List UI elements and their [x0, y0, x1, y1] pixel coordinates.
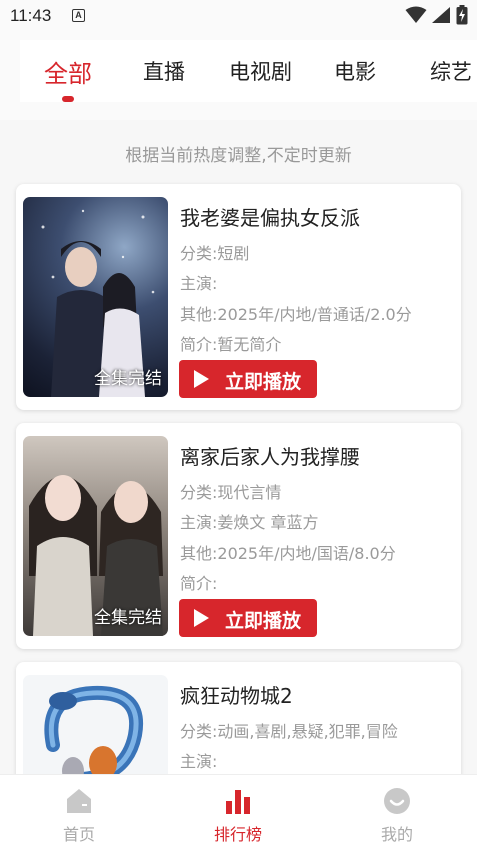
drama-title[interactable]: 我老婆是偏执女反派 — [180, 202, 360, 231]
drama-cast: 主演:姜焕文 章蓝方 — [180, 513, 319, 532]
tab-tv-series[interactable]: 电视剧 — [229, 56, 292, 86]
nav-mine-label: 我的 — [380, 825, 413, 844]
status-time: 11:43 — [10, 6, 52, 25]
drama-other-info: 其他:2025年/内地/国语/8.0分 — [180, 544, 396, 563]
tab-variety[interactable]: 综艺 — [430, 56, 472, 86]
nav-ranking-label: 排行榜 — [213, 825, 262, 844]
nav-mine[interactable]: 我的 — [337, 775, 457, 849]
drama-cast: 主演: — [180, 274, 218, 293]
smile-icon — [384, 788, 410, 814]
drama-title[interactable]: 疯狂动物城2 — [180, 680, 293, 709]
drama-title[interactable]: 离家后家人为我撑腰 — [180, 441, 360, 470]
active-tab-indicator — [62, 96, 74, 102]
drama-category: 分类:现代言情 — [180, 483, 282, 502]
drama-cast: 主演: — [180, 752, 218, 771]
notification-a-icon: A — [72, 9, 85, 22]
ranking-subtitle: 根据当前热度调整,不定时更新 — [125, 146, 352, 166]
tab-live[interactable]: 直播 — [143, 56, 185, 86]
drama-intro: 简介:暂无简介 — [180, 335, 282, 354]
tab-movies[interactable]: 电影 — [334, 56, 376, 86]
play-now-label: 立即播放 — [225, 371, 302, 393]
drama-card[interactable]: 全集完结 我老婆是偏执女反派 分类:短剧 主演: 其他:2025年/内地/普通话… — [16, 184, 461, 410]
nav-home-label: 首页 — [62, 825, 95, 844]
drama-intro: 简介: — [180, 574, 218, 593]
play-icon — [194, 370, 209, 388]
drama-card[interactable]: 全集完结 离家后家人为我撑腰 分类:现代言情 主演:姜焕文 章蓝方 其他:202… — [16, 423, 461, 649]
play-icon — [194, 609, 209, 627]
drama-category: 分类:短剧 — [180, 244, 250, 263]
battery-charging-icon — [456, 5, 468, 25]
completion-badge: 全集完结 — [94, 369, 162, 389]
status-bar: 11:43 A — [0, 0, 477, 34]
bar-chart-icon — [226, 790, 250, 814]
completion-badge: 全集完结 — [94, 608, 162, 628]
nav-ranking[interactable]: 排行榜 — [178, 775, 298, 849]
signal-icon — [432, 7, 450, 23]
tab-all[interactable]: 全部 — [44, 54, 92, 89]
category-tabs: 全部 直播 电视剧 电影 综艺 — [0, 34, 477, 120]
play-now-button[interactable]: 立即播放 — [179, 360, 317, 398]
nav-home[interactable]: 首页 — [19, 775, 139, 849]
play-now-label: 立即播放 — [225, 610, 302, 632]
bottom-navigation: 首页 排行榜 我的 — [0, 774, 477, 849]
drama-category: 分类:动画,喜剧,悬疑,犯罪,冒险 — [180, 722, 398, 741]
drama-other-info: 其他:2025年/内地/普通话/2.0分 — [180, 305, 412, 324]
drama-card[interactable]: 疯狂动物城2 分类:动画,喜剧,悬疑,犯罪,冒险 主演: — [16, 662, 461, 792]
play-now-button[interactable]: 立即播放 — [179, 599, 317, 637]
wifi-icon — [405, 6, 427, 23]
poster-image[interactable]: 全集完结 — [23, 436, 168, 636]
poster-image[interactable]: 全集完结 — [23, 197, 168, 397]
home-icon — [67, 789, 91, 813]
